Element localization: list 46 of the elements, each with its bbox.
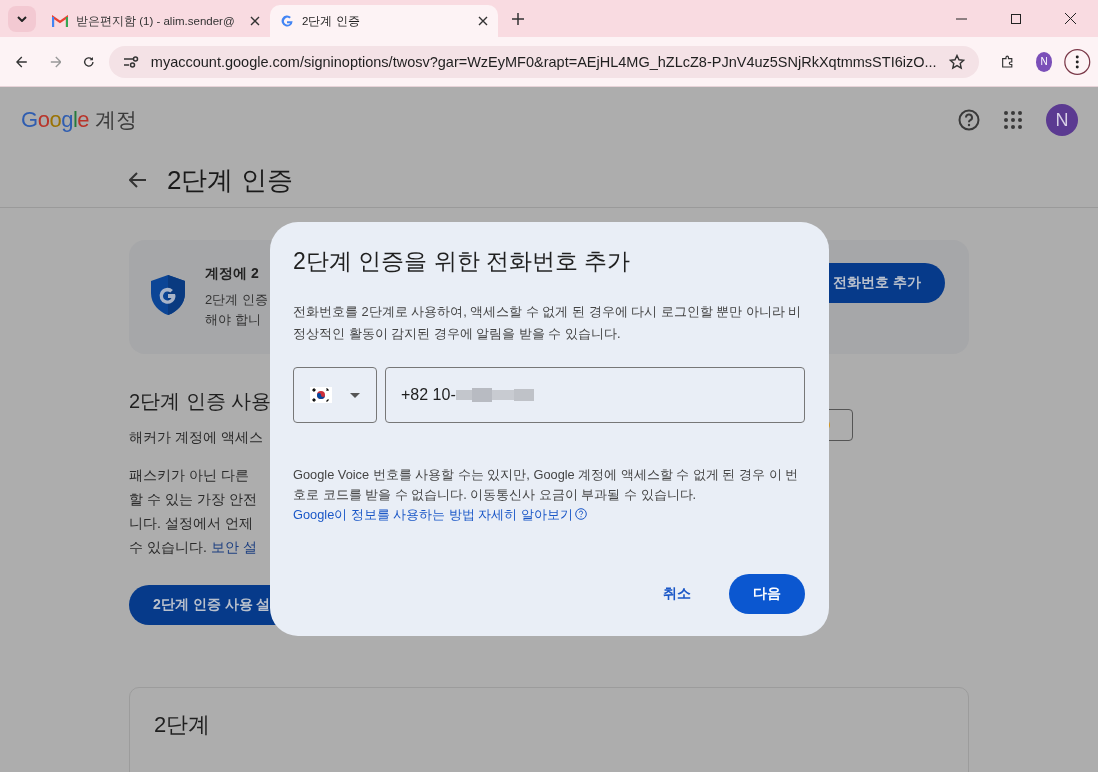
page-title: 2단계 인증 xyxy=(167,163,293,197)
dialog-title: 2단계 인증을 위한 전화번호 추가 xyxy=(293,247,632,276)
caret-icon xyxy=(350,392,360,398)
cancel-button[interactable]: 취소 xyxy=(651,574,703,614)
address-bar[interactable]: myaccount.google.com/signinoptions/twosv?gar=WzEyMF0&rapt=AEjHL4MG_hZLcZ8-PJnV4uz5SNjRkXqtmmsSTI6izO... xyxy=(108,45,979,78)
browser-tab[interactable]: 2단계 인증 xyxy=(270,5,498,37)
profile-avatar[interactable]: N xyxy=(1035,51,1053,72)
close-icon[interactable] xyxy=(478,16,488,26)
learn-more-link[interactable]: Google이 정보를 사용하는 방법 자세히 알아보기 xyxy=(293,507,574,522)
star-icon[interactable] xyxy=(948,53,965,70)
help-icon[interactable] xyxy=(958,109,980,131)
shield-icon xyxy=(149,274,187,316)
site-settings-icon[interactable] xyxy=(122,54,139,69)
card-text: 2단계 인증 xyxy=(205,291,268,309)
back-arrow-icon[interactable] xyxy=(129,172,147,188)
minimize-icon[interactable] xyxy=(956,17,967,20)
browser-tab[interactable]: 받은편지함 (1) - alim.sender@ xyxy=(42,5,270,37)
reload-icon[interactable] xyxy=(83,54,95,69)
dialog-text: 전화번호를 2단계로 사용하여, 액세스할 수 없게 된 경우에 다시 로그인할 뿐만 아니라 비정상적인 활동이 감지된 경우에 알림을 받을 수 있습니다. xyxy=(293,303,803,343)
new-tab-icon[interactable] xyxy=(512,12,524,25)
caret-icon xyxy=(17,15,27,22)
country-select[interactable] xyxy=(293,367,377,423)
section-text: 해커가 계정에 액세스 xyxy=(129,429,263,447)
dialog-note: Google Voice 번호를 사용할 수는 있지만, Google 계정에 액세스할 수 없게 된 경우 이 번호로 코드를 받을 수 없습니다. 이동통신사 요금이 부과될 수 있습니다. Google이 정보를 사용하는 방법 자세히 알아보기 xyxy=(293,466,800,524)
product-name: 계정 xyxy=(95,107,137,133)
mail-icon xyxy=(52,15,68,27)
section-paragraph: 패스키가 아닌 다른 할 수 있는 가장 안전 니다. 설정에서 언제 수 있습니다. 보안 설 xyxy=(129,466,257,557)
card-title: 계정에 2 xyxy=(205,265,260,283)
forward-icon[interactable] xyxy=(49,54,62,69)
section-heading: 2단계 인증 사용 xyxy=(129,389,272,414)
close-icon[interactable] xyxy=(1065,13,1076,24)
back-icon[interactable] xyxy=(16,54,28,69)
close-icon[interactable] xyxy=(250,16,260,26)
google-g-icon xyxy=(280,14,294,28)
card-text: 해야 합니 xyxy=(205,311,262,329)
extensions-icon[interactable] xyxy=(1000,53,1014,70)
next-button[interactable]: 다음 xyxy=(729,574,805,614)
security-settings-link[interactable]: 보안 설 xyxy=(210,539,257,555)
phone-input-field[interactable]: +82 10- xyxy=(385,367,805,423)
steps-heading: 2단계 xyxy=(154,712,211,737)
maximize-icon[interactable] xyxy=(1011,13,1021,24)
apps-icon[interactable] xyxy=(1004,111,1022,129)
tab-search-button[interactable] xyxy=(8,5,36,32)
help-icon[interactable] xyxy=(575,508,588,520)
flag-icon xyxy=(310,387,332,403)
account-avatar[interactable]: N xyxy=(1046,104,1078,136)
